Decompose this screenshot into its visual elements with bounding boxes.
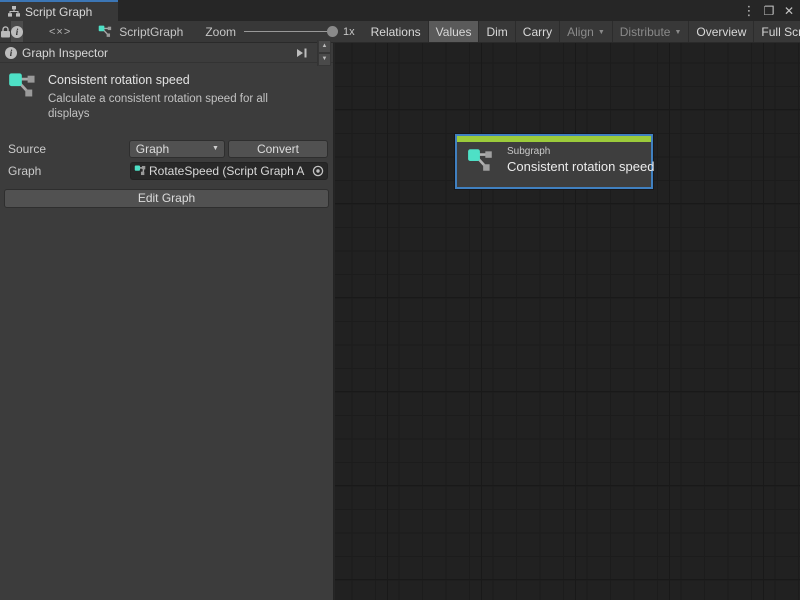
relations-button[interactable]: Relations (364, 21, 429, 42)
window-controls: ⋮ ❐ ✕ (742, 0, 796, 21)
info-icon: i (5, 47, 17, 59)
graph-object-field[interactable]: RotateSpeed (Script Graph A (130, 162, 328, 180)
convert-button[interactable]: Convert (228, 140, 328, 158)
graph-toolbar: i <×> ScriptGraph Zoom 1x (0, 21, 800, 43)
zoom-slider-handle[interactable] (327, 26, 338, 37)
zoom-value: 1x (343, 26, 355, 38)
close-icon[interactable]: ✕ (782, 3, 796, 19)
scroll-down-button[interactable]: ▼ (318, 53, 331, 66)
dock-panel-button[interactable] (292, 45, 312, 61)
graph-type-label: ScriptGraph (119, 25, 183, 39)
zoom-label: Zoom (205, 25, 236, 39)
chevron-down-icon: ▼ (674, 29, 681, 36)
maximize-icon[interactable]: ❐ (762, 3, 776, 19)
script-graph-hierarchy-icon (8, 6, 20, 17)
scriptgraph-icon (134, 165, 147, 176)
full-screen-button[interactable]: Full Screen (754, 21, 800, 42)
chevron-down-icon: ▼ (212, 145, 219, 152)
info-icon: i (11, 26, 23, 38)
graph-description: Calculate a consistent rotation speed fo… (48, 92, 310, 122)
source-label: Source (8, 142, 129, 156)
inspector-toggle-button[interactable]: i (11, 21, 23, 42)
object-picker-icon[interactable] (310, 165, 325, 177)
zoom-control: Zoom 1x (205, 21, 354, 42)
toolbar-toggle-group: Relations Values Dim Carry Align ▼ Distr… (364, 21, 800, 42)
edit-graph-button[interactable]: Edit Graph (4, 189, 329, 208)
graph-canvas[interactable]: Subgraph Consistent rotation speed (335, 43, 800, 600)
tab-bar: Script Graph ⋮ ❐ ✕ (0, 0, 800, 21)
graph-row: Graph RotateSpeed (Script Graph A (0, 160, 333, 182)
graph-inspector-panel: i Graph Inspector ▲ ▼ (0, 43, 334, 600)
node-title: Consistent rotation speed (507, 159, 654, 174)
node-kind-label: Subgraph (507, 146, 654, 157)
scroll-up-button[interactable]: ▲ (318, 40, 331, 53)
carry-button[interactable]: Carry (516, 21, 560, 42)
dock-right-icon (296, 48, 308, 58)
graph-summary: Consistent rotation speed Calculate a co… (0, 63, 333, 128)
subgraph-node[interactable]: Subgraph Consistent rotation speed (455, 134, 653, 189)
overview-button[interactable]: Overview (689, 21, 754, 42)
object-field-value: RotateSpeed (Script Graph A (149, 164, 310, 178)
graph-inspector-header: i Graph Inspector ▲ ▼ (0, 43, 333, 63)
lock-button[interactable] (0, 21, 11, 42)
graph-field-label: Graph (8, 164, 130, 178)
code-icon: <×> (49, 26, 71, 38)
graph-node-icon (467, 148, 495, 173)
lock-icon (0, 26, 11, 38)
code-view-button[interactable]: <×> (49, 21, 71, 42)
dim-button[interactable]: Dim (479, 21, 515, 42)
inspector-header-title: Graph Inspector (22, 46, 287, 60)
source-dropdown[interactable]: Graph ▼ (129, 140, 225, 158)
chevron-down-icon: ▼ (598, 29, 605, 36)
scriptgraph-icon (98, 25, 113, 38)
zoom-slider[interactable] (244, 31, 336, 32)
panel-scroll-spinner: ▲ ▼ (317, 40, 331, 66)
source-row: Source Graph ▼ Convert (0, 138, 333, 160)
values-button[interactable]: Values (429, 21, 480, 42)
window-menu-icon[interactable]: ⋮ (742, 3, 756, 19)
script-graph-window: Script Graph ⋮ ❐ ✕ i <×> (0, 0, 800, 600)
distribute-dropdown[interactable]: Distribute ▼ (613, 21, 690, 42)
tab-title: Script Graph (25, 5, 92, 19)
graph-type-indicator: ScriptGraph (98, 21, 183, 42)
graph-node-icon (8, 72, 38, 122)
graph-title: Consistent rotation speed (48, 73, 310, 87)
tab-script-graph[interactable]: Script Graph (0, 0, 118, 21)
align-dropdown[interactable]: Align ▼ (560, 21, 613, 42)
